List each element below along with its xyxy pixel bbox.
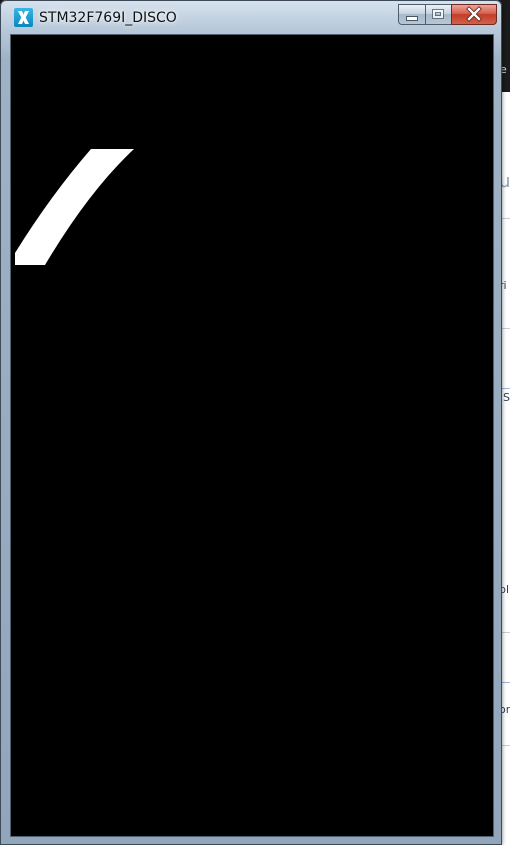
close-icon [466, 6, 482, 22]
window-titlebar[interactable]: STM32F769I_DISCO [0, 0, 502, 34]
simulator-display[interactable] [11, 35, 493, 836]
window-controls [398, 4, 497, 26]
background-text-fragment: S [503, 391, 510, 404]
minimize-button[interactable] [398, 4, 425, 25]
maximize-button[interactable] [425, 4, 451, 25]
arc-segment [15, 149, 134, 265]
minimize-icon [407, 17, 417, 20]
display-graphic [15, 149, 134, 265]
simulator-window[interactable]: STM32F769I_DISCO [0, 0, 502, 845]
close-button[interactable] [451, 4, 497, 25]
window-title: STM32F769I_DISCO [39, 10, 177, 26]
maximize-icon [433, 10, 443, 18]
touchgfx-x-icon [14, 8, 33, 27]
